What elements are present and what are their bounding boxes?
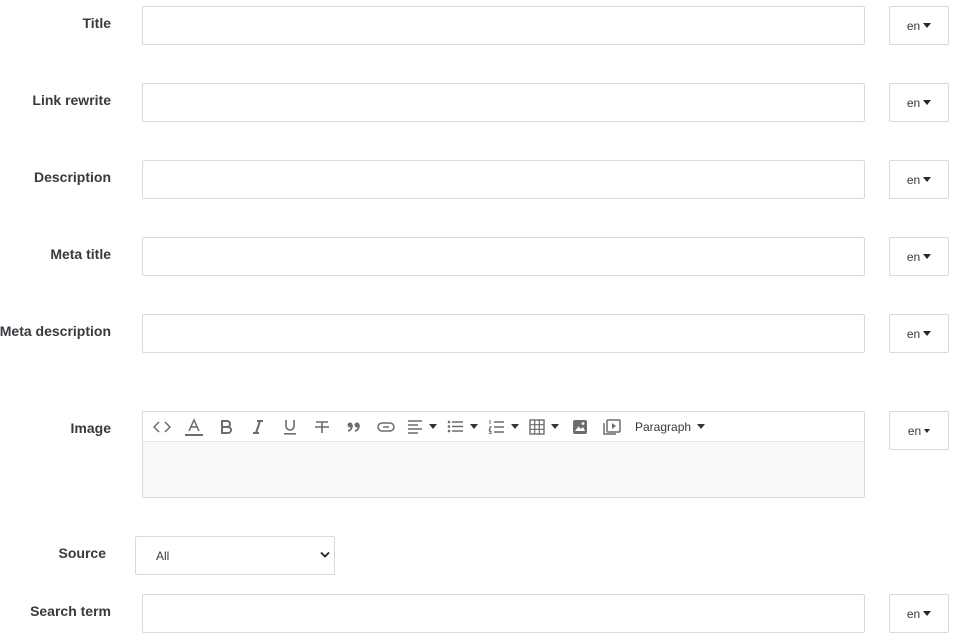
paragraph-format-label: Paragraph [635,419,692,434]
description-lang-dropdown[interactable]: en [889,160,949,199]
description-input[interactable] [142,160,865,199]
caret-down-icon [511,424,519,429]
code-icon[interactable] [151,416,173,438]
title-input[interactable] [142,6,865,45]
caret-down-icon [429,424,437,429]
image-icon[interactable] [569,416,591,438]
italic-icon[interactable] [247,416,269,438]
search-term-input[interactable] [142,594,865,633]
link-rewrite-label: Link rewrite [32,92,111,108]
strikethrough-icon[interactable] [311,416,333,438]
search-term-lang-dropdown[interactable]: en [889,594,949,633]
align-icon[interactable] [407,416,437,438]
table-icon[interactable] [529,416,559,438]
source-select[interactable]: All [135,536,335,575]
text-color-icon[interactable] [183,416,205,438]
caret-down-icon [551,424,559,429]
lang-label: en [906,606,921,621]
meta-description-input[interactable] [142,314,865,353]
caret-down-icon [923,611,932,616]
lang-label: en [906,95,921,110]
caret-down-icon [470,424,478,429]
lang-label: en [906,326,921,341]
chevron-down-icon [320,551,330,558]
link-icon[interactable] [375,416,397,438]
bold-icon[interactable] [215,416,237,438]
title-lang-dropdown[interactable]: en [889,6,949,45]
lang-label: en [907,423,922,438]
lang-label: en [906,18,921,33]
title-label: Title [82,15,111,31]
description-label: Description [33,169,111,185]
meta-title-input[interactable] [142,237,865,276]
paragraph-format-dropdown[interactable]: Paragraph [633,416,706,438]
meta-description-label: Meta description [0,323,111,339]
link-rewrite-input[interactable] [142,83,865,122]
meta-description-lang-dropdown[interactable]: en [889,314,949,353]
meta-title-label: Meta title [50,246,111,262]
source-label: Source [58,545,106,561]
image-editor: Paragraph [142,411,865,498]
meta-title-lang-dropdown[interactable]: en [889,237,949,276]
caret-down-icon [924,428,931,433]
media-icon[interactable] [601,416,623,438]
lang-label: en [906,172,921,187]
underline-icon[interactable] [279,416,301,438]
image-lang-dropdown[interactable]: en [889,411,949,450]
numbered-list-icon[interactable] [488,416,519,438]
search-term-label: Search term [30,603,111,619]
blockquote-icon[interactable] [343,416,365,438]
caret-down-icon [697,424,706,429]
caret-down-icon [923,254,932,259]
bullet-list-icon[interactable] [447,416,478,438]
lang-label: en [906,249,921,264]
caret-down-icon [923,23,932,28]
editor-toolbar: Paragraph [143,412,864,442]
caret-down-icon [923,100,932,105]
image-label: Image [70,420,111,436]
caret-down-icon [923,331,932,336]
link-rewrite-lang-dropdown[interactable]: en [889,83,949,122]
source-selected-value: All [156,548,170,563]
caret-down-icon [923,177,932,182]
editor-content-area[interactable] [143,442,864,497]
